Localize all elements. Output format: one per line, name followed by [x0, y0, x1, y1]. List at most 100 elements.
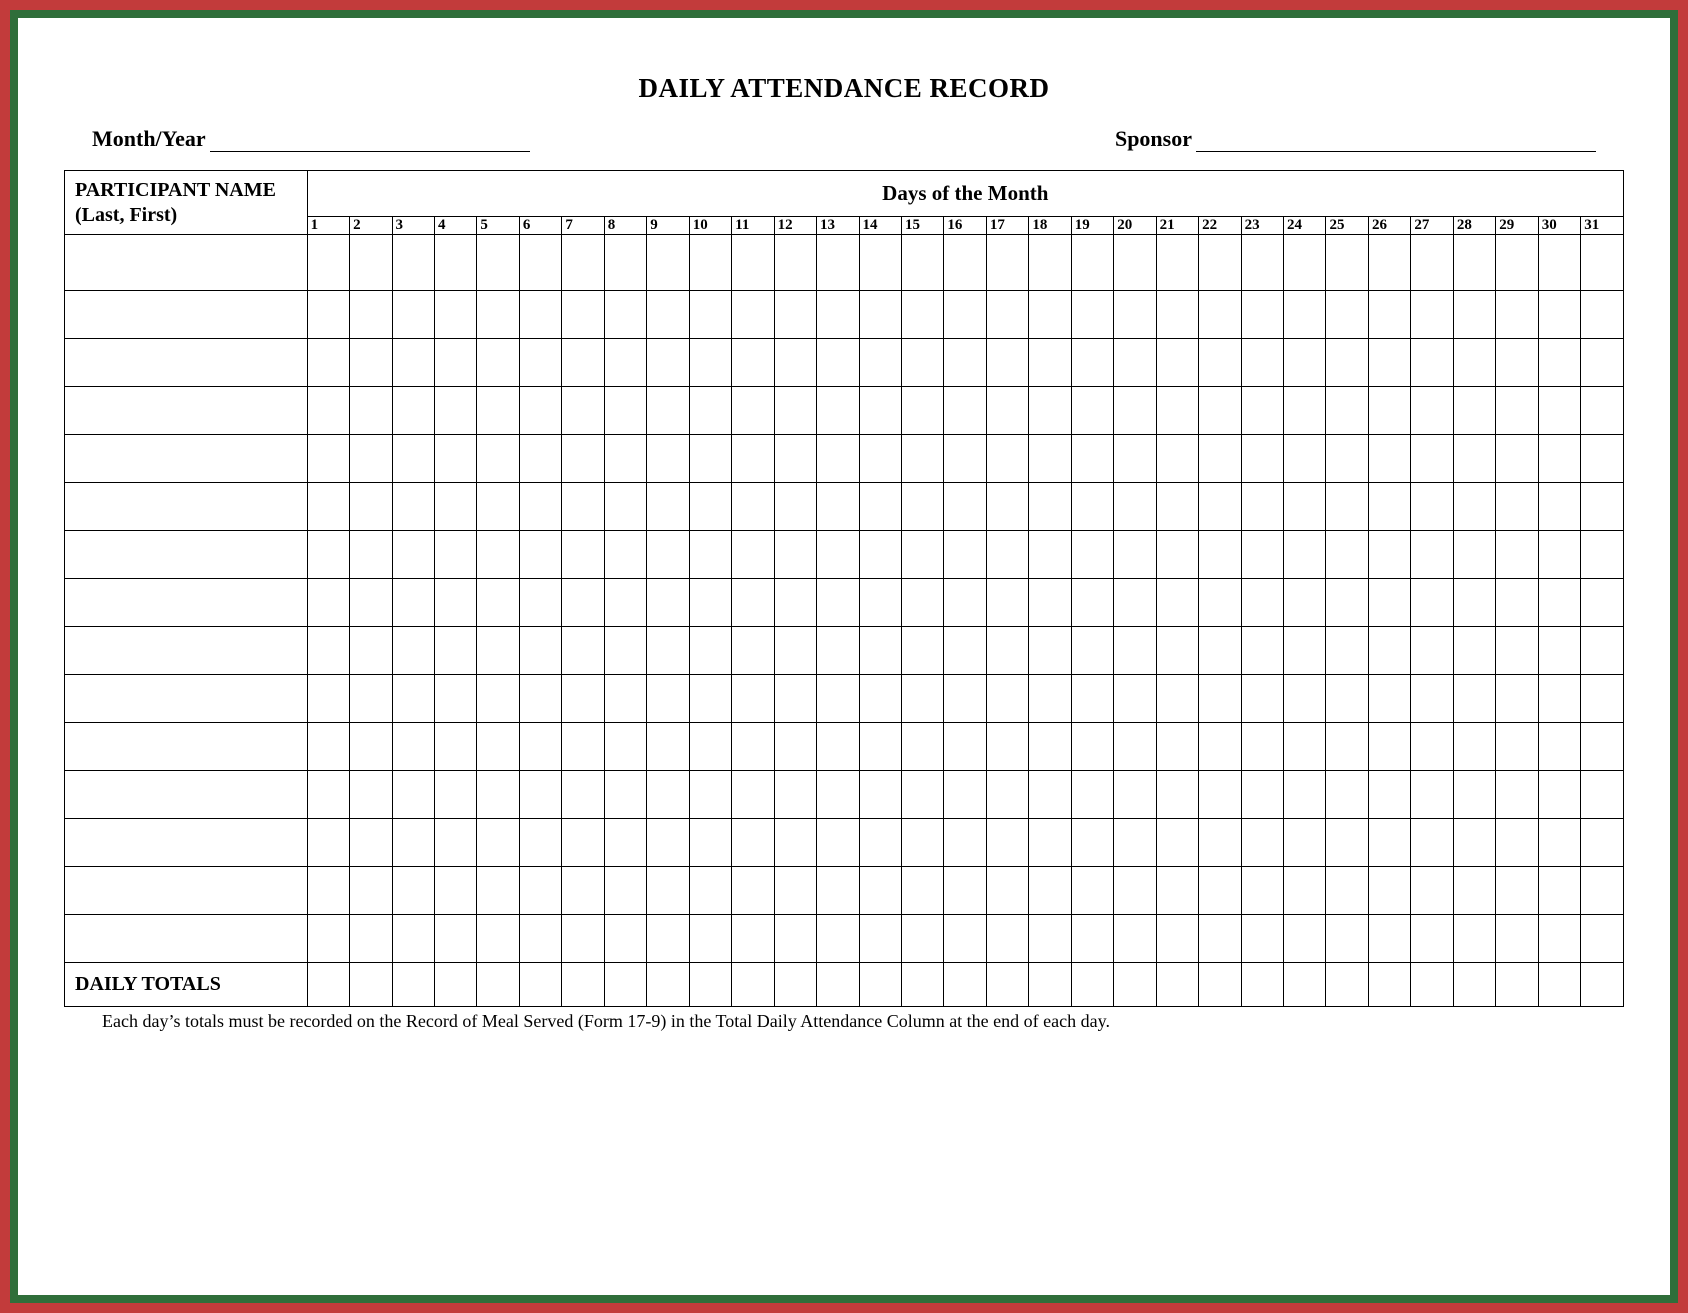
attendance-cell[interactable]: [562, 531, 604, 579]
attendance-cell[interactable]: [986, 819, 1028, 867]
attendance-cell[interactable]: [1284, 235, 1326, 291]
attendance-cell[interactable]: [350, 723, 392, 771]
attendance-cell[interactable]: [477, 483, 519, 531]
attendance-cell[interactable]: [1156, 435, 1198, 483]
daily-total-cell[interactable]: [774, 963, 816, 1007]
attendance-cell[interactable]: [817, 579, 859, 627]
attendance-cell[interactable]: [1581, 339, 1624, 387]
attendance-cell[interactable]: [392, 627, 434, 675]
attendance-cell[interactable]: [817, 339, 859, 387]
attendance-cell[interactable]: [1453, 435, 1495, 483]
attendance-cell[interactable]: [901, 723, 943, 771]
attendance-cell[interactable]: [859, 339, 901, 387]
attendance-cell[interactable]: [477, 435, 519, 483]
attendance-cell[interactable]: [1411, 339, 1453, 387]
attendance-cell[interactable]: [1581, 531, 1624, 579]
attendance-cell[interactable]: [901, 339, 943, 387]
attendance-cell[interactable]: [1029, 235, 1071, 291]
attendance-cell[interactable]: [604, 387, 646, 435]
attendance-cell[interactable]: [944, 387, 986, 435]
attendance-cell[interactable]: [901, 675, 943, 723]
attendance-cell[interactable]: [562, 387, 604, 435]
attendance-cell[interactable]: [1496, 387, 1538, 435]
participant-name-cell[interactable]: [65, 531, 308, 579]
attendance-cell[interactable]: [1284, 483, 1326, 531]
attendance-cell[interactable]: [307, 531, 349, 579]
attendance-cell[interactable]: [1538, 627, 1580, 675]
attendance-cell[interactable]: [1114, 435, 1156, 483]
attendance-cell[interactable]: [817, 291, 859, 339]
attendance-cell[interactable]: [1199, 819, 1241, 867]
participant-name-cell[interactable]: [65, 483, 308, 531]
attendance-cell[interactable]: [986, 675, 1028, 723]
attendance-cell[interactable]: [1114, 339, 1156, 387]
attendance-cell[interactable]: [1114, 291, 1156, 339]
attendance-cell[interactable]: [689, 435, 731, 483]
attendance-cell[interactable]: [1284, 291, 1326, 339]
attendance-cell[interactable]: [1071, 819, 1113, 867]
attendance-cell[interactable]: [1199, 675, 1241, 723]
attendance-cell[interactable]: [519, 235, 561, 291]
attendance-cell[interactable]: [1453, 579, 1495, 627]
attendance-cell[interactable]: [732, 339, 774, 387]
attendance-cell[interactable]: [1496, 819, 1538, 867]
attendance-cell[interactable]: [1326, 915, 1368, 963]
attendance-cell[interactable]: [350, 867, 392, 915]
attendance-cell[interactable]: [1114, 723, 1156, 771]
attendance-cell[interactable]: [1368, 531, 1410, 579]
attendance-cell[interactable]: [519, 483, 561, 531]
attendance-cell[interactable]: [1114, 627, 1156, 675]
attendance-cell[interactable]: [1114, 483, 1156, 531]
attendance-cell[interactable]: [604, 235, 646, 291]
attendance-cell[interactable]: [1411, 235, 1453, 291]
attendance-cell[interactable]: [307, 915, 349, 963]
attendance-cell[interactable]: [859, 235, 901, 291]
attendance-cell[interactable]: [1029, 819, 1071, 867]
attendance-cell[interactable]: [1411, 819, 1453, 867]
daily-total-cell[interactable]: [986, 963, 1028, 1007]
attendance-cell[interactable]: [817, 387, 859, 435]
attendance-cell[interactable]: [1453, 723, 1495, 771]
attendance-cell[interactable]: [1029, 915, 1071, 963]
attendance-cell[interactable]: [392, 435, 434, 483]
attendance-cell[interactable]: [1284, 387, 1326, 435]
attendance-cell[interactable]: [392, 867, 434, 915]
attendance-cell[interactable]: [604, 819, 646, 867]
attendance-cell[interactable]: [1199, 235, 1241, 291]
attendance-cell[interactable]: [1029, 579, 1071, 627]
attendance-cell[interactable]: [732, 627, 774, 675]
participant-name-cell[interactable]: [65, 579, 308, 627]
attendance-cell[interactable]: [689, 579, 731, 627]
attendance-cell[interactable]: [307, 675, 349, 723]
attendance-cell[interactable]: [1581, 483, 1624, 531]
attendance-cell[interactable]: [392, 483, 434, 531]
attendance-cell[interactable]: [477, 915, 519, 963]
attendance-cell[interactable]: [604, 867, 646, 915]
attendance-cell[interactable]: [1156, 291, 1198, 339]
attendance-cell[interactable]: [774, 675, 816, 723]
attendance-cell[interactable]: [1071, 915, 1113, 963]
attendance-cell[interactable]: [901, 915, 943, 963]
attendance-cell[interactable]: [817, 531, 859, 579]
attendance-cell[interactable]: [1411, 675, 1453, 723]
attendance-cell[interactable]: [604, 627, 646, 675]
attendance-cell[interactable]: [689, 483, 731, 531]
attendance-cell[interactable]: [1284, 339, 1326, 387]
attendance-cell[interactable]: [604, 531, 646, 579]
attendance-cell[interactable]: [434, 339, 476, 387]
attendance-cell[interactable]: [434, 387, 476, 435]
attendance-cell[interactable]: [1029, 483, 1071, 531]
sponsor-blank[interactable]: [1196, 128, 1596, 152]
attendance-cell[interactable]: [477, 867, 519, 915]
daily-total-cell[interactable]: [392, 963, 434, 1007]
attendance-cell[interactable]: [986, 579, 1028, 627]
attendance-cell[interactable]: [562, 339, 604, 387]
attendance-cell[interactable]: [1496, 483, 1538, 531]
attendance-cell[interactable]: [1284, 579, 1326, 627]
attendance-cell[interactable]: [477, 675, 519, 723]
attendance-cell[interactable]: [1496, 579, 1538, 627]
daily-total-cell[interactable]: [732, 963, 774, 1007]
attendance-cell[interactable]: [477, 387, 519, 435]
attendance-cell[interactable]: [986, 867, 1028, 915]
attendance-cell[interactable]: [774, 627, 816, 675]
